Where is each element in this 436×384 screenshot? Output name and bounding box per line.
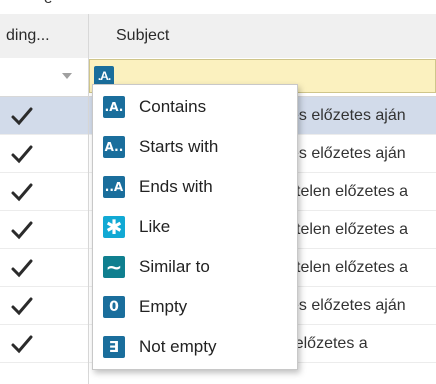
column-header-subject[interactable]: Subject	[104, 14, 436, 58]
checkmark-icon	[11, 221, 33, 240]
menu-item-starts-with[interactable]: A.. Starts with	[93, 127, 297, 167]
checkmark-icon	[11, 335, 33, 354]
top-partial-text: e	[44, 0, 52, 7]
checkmark-icon	[11, 145, 33, 164]
menu-item-label: Contains	[139, 97, 207, 116]
starts-with-icon: A..	[103, 136, 125, 158]
checkmark-icon	[11, 297, 33, 316]
menu-item-not-empty[interactable]: ∃ Not empty	[93, 327, 297, 367]
menu-item-label: Like	[139, 217, 171, 236]
subject-cell: es előzetes aján	[290, 145, 406, 162]
column-header-sending[interactable]: ding...	[0, 14, 84, 58]
filter-operator-menu: .A. Contains A.. Starts with ..A Ends wi…	[92, 84, 298, 370]
menu-item-label: Empty	[139, 297, 188, 316]
subject-cell: telen előzetes a	[296, 183, 409, 200]
contains-icon: .A.	[97, 69, 111, 83]
checkmark-icon	[11, 107, 33, 126]
top-partial-strip: e	[0, 0, 436, 14]
menu-item-similar-to[interactable]: ∼ Similar to	[93, 247, 297, 287]
contains-icon: .A.	[103, 96, 125, 118]
subject-cell: es előzetes aján	[290, 297, 406, 314]
menu-item-like[interactable]: ✱ Like	[93, 207, 297, 247]
subject-cell: telen előzetes a	[296, 259, 409, 276]
menu-item-label: Not empty	[139, 337, 217, 356]
column-header-row: ding... Subject	[0, 14, 436, 59]
menu-item-label: Similar to	[139, 257, 210, 276]
ends-with-icon: ..A	[103, 176, 125, 198]
similar-to-icon: ∼	[103, 255, 125, 279]
menu-item-ends-with[interactable]: ..A Ends with	[93, 167, 297, 207]
menu-item-empty[interactable]: 0 Empty	[93, 287, 297, 327]
not-empty-icon: ∃	[103, 336, 125, 358]
subject-cell: es előzetes aján	[290, 107, 406, 124]
column-divider[interactable]	[88, 14, 89, 384]
checkmark-icon	[11, 183, 33, 202]
filter-dropdown-caret-icon[interactable]	[62, 73, 72, 79]
filter-operator-button[interactable]: .A.	[94, 66, 114, 86]
menu-item-label: Starts with	[139, 137, 219, 156]
subject-cell: telen előzetes a	[296, 221, 409, 238]
menu-item-label: Ends with	[139, 177, 213, 196]
empty-icon: 0	[103, 296, 125, 318]
like-icon: ✱	[103, 215, 125, 239]
menu-item-contains[interactable]: .A. Contains	[93, 87, 297, 127]
checkmark-icon	[11, 259, 33, 278]
